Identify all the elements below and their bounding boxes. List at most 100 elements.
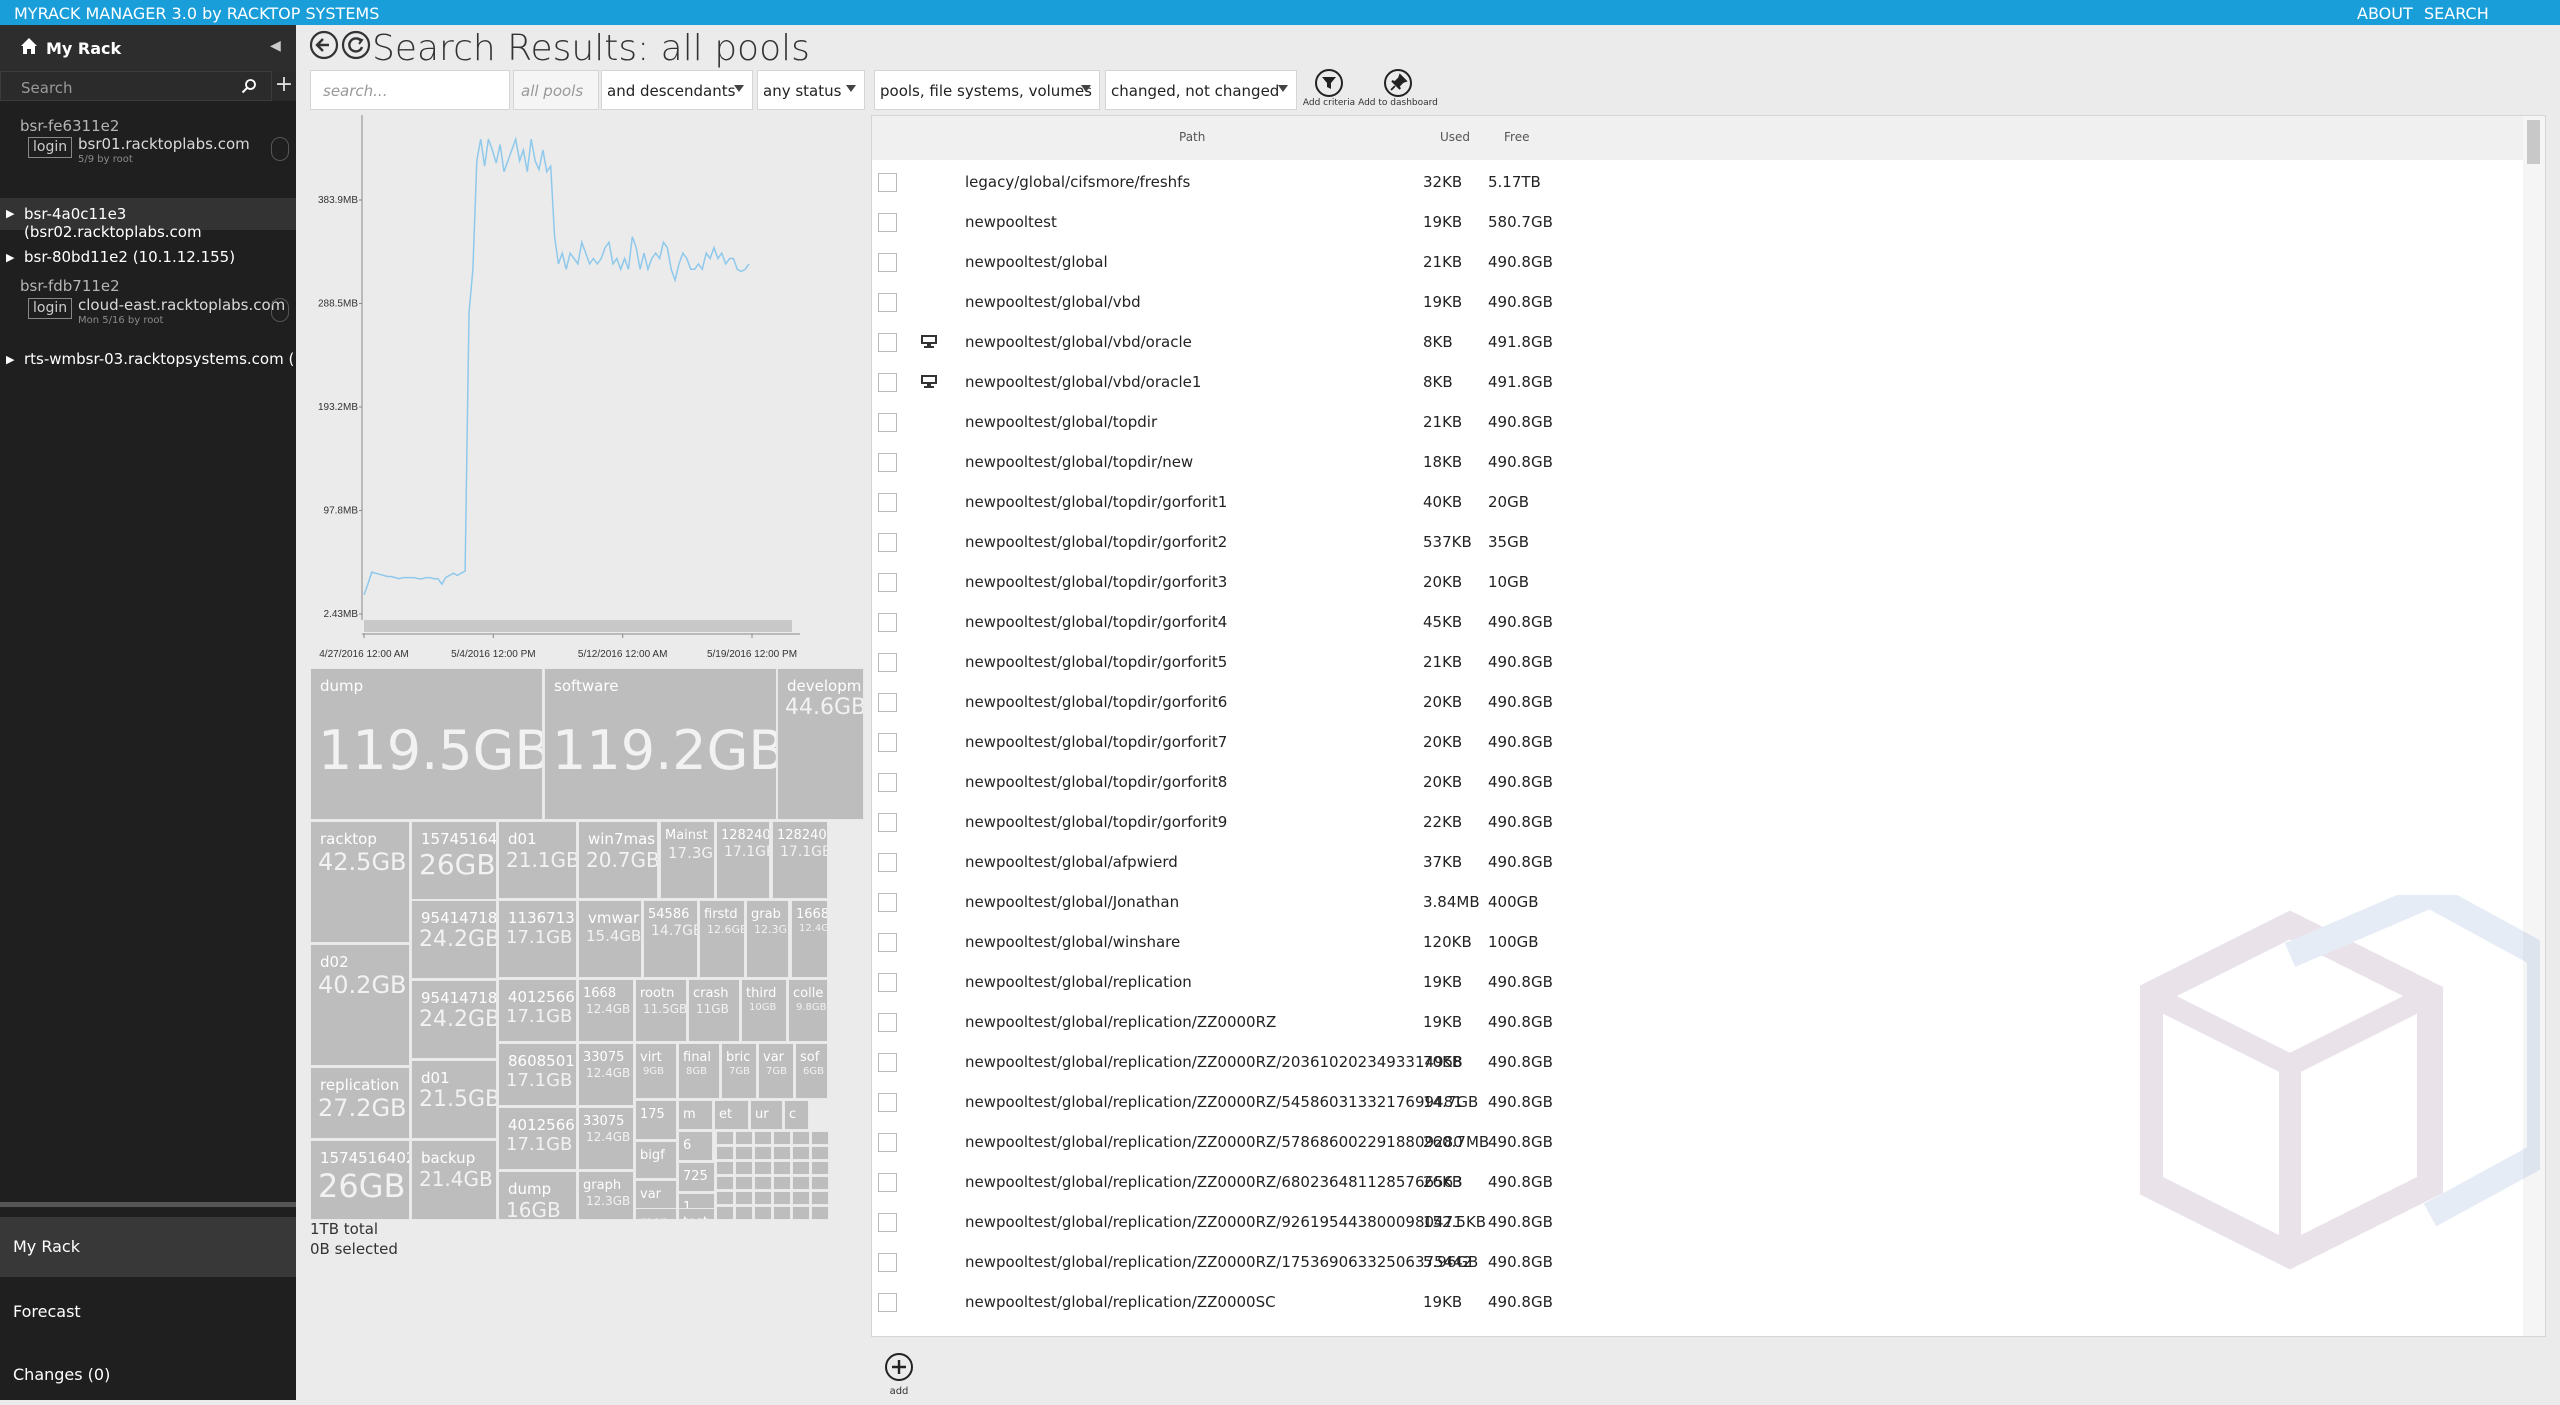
treemap-tile[interactable]: mor	[635, 1208, 677, 1220]
node-action-icon[interactable]	[271, 137, 289, 161]
expand-arrow-icon[interactable]: ▶	[6, 207, 14, 220]
table-row[interactable]: newpooltest/global/topdir/gorforit6 20KB 4…	[872, 680, 2527, 720]
treemap-tile-small[interactable]	[735, 1176, 753, 1190]
table-row[interactable]: newpooltest 19KB 580.7GB	[872, 200, 2527, 240]
row-checkbox[interactable]	[878, 613, 897, 632]
node-name[interactable]: bsr-80bd11e2 (10.1.12.155)	[24, 248, 235, 266]
scrollbar-thumb[interactable]	[2527, 120, 2540, 164]
row-checkbox[interactable]	[878, 453, 897, 472]
changed-dropdown[interactable]: changed, not changed	[1105, 70, 1297, 110]
treemap-tile[interactable]: d01 21.1GB	[498, 821, 577, 899]
treemap-tile[interactable]: grab12.3GB	[746, 900, 789, 978]
row-checkbox[interactable]	[878, 773, 897, 792]
treemap-tile-small[interactable]	[754, 1176, 772, 1190]
expand-arrow-icon[interactable]: ▶	[6, 353, 14, 366]
refresh-icon[interactable]	[341, 30, 371, 60]
treemap-tile-small[interactable]	[754, 1146, 772, 1160]
treemap-tile[interactable]: 15745164 26GB	[411, 821, 497, 900]
row-checkbox[interactable]	[878, 573, 897, 592]
row-checkbox[interactable]	[878, 1013, 897, 1032]
treemap-tile[interactable]: 33075 12.4GB	[578, 1043, 634, 1106]
treemap-tile[interactable]: rootn 11.5GB	[635, 979, 687, 1042]
treemap-tile-small[interactable]	[716, 1191, 734, 1205]
table-row[interactable]: newpooltest/global/topdir/gorforit8 20KB 4…	[872, 760, 2527, 800]
node-action-icon[interactable]	[271, 298, 289, 322]
table-row[interactable]: newpooltest/global/vbd 19KB 490.8GB	[872, 280, 2527, 320]
treemap-tile-small[interactable]	[754, 1206, 772, 1220]
treemap-tile[interactable]: 166812.4GB	[791, 900, 828, 978]
table-row[interactable]: legacy/global/cifsmore/freshfs 32KB 5.17TB	[872, 160, 2527, 200]
treemap-tile-small[interactable]	[773, 1191, 791, 1205]
treemap-tile[interactable]: developm 44.6GB	[777, 668, 864, 820]
row-checkbox[interactable]	[878, 1053, 897, 1072]
treemap-tile[interactable]: racktop 42.5GB	[310, 821, 410, 943]
node-name[interactable]: rts-wmbsr-03.racktopsystems.com (10.1	[24, 350, 294, 368]
treemap-tile-small[interactable]	[735, 1206, 753, 1220]
row-checkbox[interactable]	[878, 413, 897, 432]
node-name[interactable]: bsr-fdb711e2	[20, 277, 120, 295]
add-button[interactable]: add	[884, 1352, 914, 1397]
treemap-tile-small[interactable]	[792, 1206, 810, 1220]
row-checkbox[interactable]	[878, 293, 897, 312]
treemap-tile[interactable]: bric 7GB	[721, 1043, 757, 1099]
treemap-tile[interactable]: 95414718 24.2GB	[411, 980, 497, 1059]
treemap-tile[interactable]: 725	[678, 1162, 715, 1192]
row-checkbox[interactable]	[878, 173, 897, 192]
row-checkbox[interactable]	[878, 213, 897, 232]
treemap-tile-small[interactable]	[811, 1131, 829, 1145]
types-dropdown[interactable]: pools, file systems, volumes	[874, 70, 1100, 110]
treemap-tile-small[interactable]	[792, 1161, 810, 1175]
table-row[interactable]: newpooltest/global/topdir/gorforit7 20KB 4…	[872, 720, 2527, 760]
treemap-tile-small[interactable]	[773, 1176, 791, 1190]
treemap-tile-small[interactable]	[716, 1176, 734, 1190]
treemap-tile[interactable]: vmwar 15.4GB	[578, 900, 642, 978]
treemap-tile-small[interactable]	[811, 1206, 829, 1220]
pool-filter[interactable]: all pools	[513, 70, 599, 110]
column-used[interactable]: Used	[1440, 130, 1470, 144]
treemap-tile[interactable]: 4012566 17.1GB	[498, 979, 577, 1042]
treemap-tile-small[interactable]	[773, 1131, 791, 1145]
table-row[interactable]: newpooltest/global/topdir/gorforit2 537KB…	[872, 520, 2527, 560]
row-checkbox[interactable]	[878, 1213, 897, 1232]
treemap-tile[interactable]: 95414718 24.2GB	[411, 900, 497, 979]
row-checkbox[interactable]	[878, 653, 897, 672]
treemap-tile-small[interactable]	[792, 1191, 810, 1205]
treemap-tile-small[interactable]	[735, 1161, 753, 1175]
treemap-tile[interactable]: d01 21.5GB	[411, 1060, 497, 1139]
treemap-tile[interactable]: colle 9.8GB	[788, 979, 828, 1042]
back-icon[interactable]	[309, 30, 339, 60]
table-row[interactable]: newpooltest/global/vbd/oracle 8KB 491.8GB	[872, 320, 2527, 360]
treemap-tile[interactable]: 4012566 17.1GB	[498, 1107, 577, 1170]
treemap-tile[interactable]: 8608501 17.1GB	[498, 1043, 577, 1106]
my-rack-header[interactable]: My Rack ◀	[0, 25, 296, 71]
scope-dropdown[interactable]: and descendants	[601, 70, 753, 110]
treemap-tile-small[interactable]	[754, 1131, 772, 1145]
table-row[interactable]: newpooltest/global/topdir/gorforit1 40KB 2…	[872, 480, 2527, 520]
treemap-tile[interactable]: third 10GB	[741, 979, 787, 1042]
nav-forecast[interactable]: Forecast	[0, 1282, 296, 1342]
treemap-tile-small[interactable]	[811, 1161, 829, 1175]
table-row[interactable]: newpooltest/global/topdir/new 18KB 490.8GB	[872, 440, 2527, 480]
nav-changes[interactable]: Changes (0)	[0, 1345, 296, 1405]
add-to-dashboard-button[interactable]: Add to dashboard	[1356, 68, 1440, 108]
treemap-tile-small[interactable]	[773, 1146, 791, 1160]
row-checkbox[interactable]	[878, 933, 897, 952]
treemap-tile[interactable]: firstd 12.6GB	[699, 900, 745, 978]
treemap-tile-small[interactable]	[773, 1206, 791, 1220]
row-checkbox[interactable]	[878, 813, 897, 832]
treemap-tile[interactable]: d02 40.2GB	[310, 944, 410, 1066]
treemap-tile[interactable]: 54586 14.7GB	[643, 900, 698, 978]
treemap-tile[interactable]: 1136713 17.1GB	[498, 900, 577, 978]
treemap-tile[interactable]: test	[678, 1208, 715, 1220]
row-checkbox[interactable]	[878, 853, 897, 872]
row-checkbox[interactable]	[878, 1173, 897, 1192]
treemap-tile[interactable]: bigf	[635, 1141, 677, 1179]
treemap-tile[interactable]: 1574516402 26GB	[310, 1140, 410, 1220]
row-checkbox[interactable]	[878, 533, 897, 552]
treemap-tile[interactable]: 33075 12.4GB	[578, 1107, 634, 1170]
login-button[interactable]: login	[28, 137, 73, 158]
row-checkbox[interactable]	[878, 1133, 897, 1152]
status-dropdown[interactable]: any status	[757, 70, 865, 110]
sidebar-search-input[interactable]: Search	[0, 71, 272, 101]
treemap-tile-small[interactable]	[773, 1161, 791, 1175]
